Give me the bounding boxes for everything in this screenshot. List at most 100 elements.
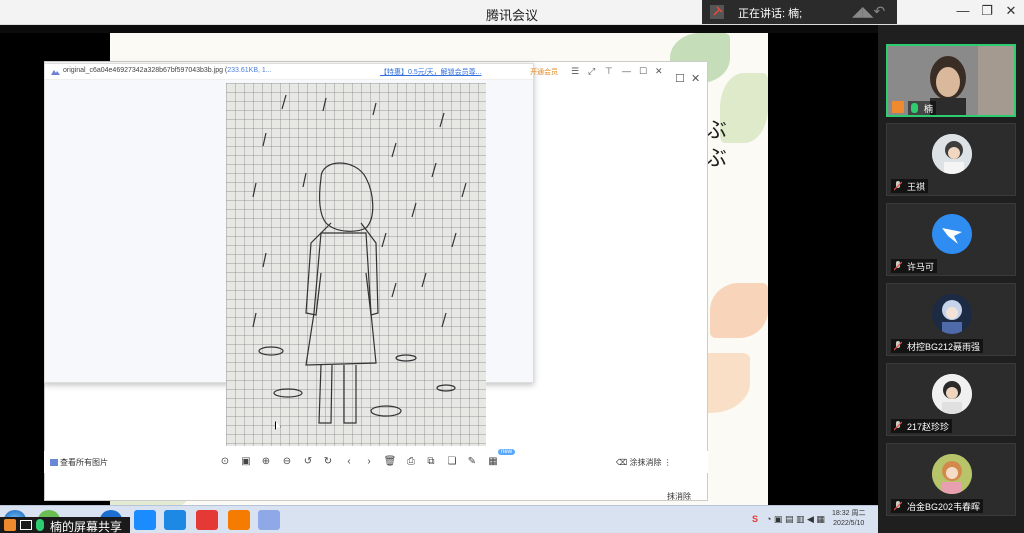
speaker-avatar-icon <box>710 5 724 19</box>
clock-date: 2022/5/10 <box>833 520 865 527</box>
filesize-text: 233.61KB, 1... <box>227 67 272 74</box>
image-filename: original_c6a04e46927342a328b67bf597043b3… <box>63 67 272 74</box>
pin-icon[interactable]: ⊤ <box>605 66 613 77</box>
close-icon[interactable]: ✕ <box>655 66 663 77</box>
avatar <box>932 374 972 414</box>
participant-tile[interactable]: 王祺 <box>886 123 1016 196</box>
color-icon[interactable]: ▦ <box>486 455 500 469</box>
participant-tile[interactable]: 冶金BG202韦春晖 <box>886 443 1016 516</box>
menu-icon[interactable]: ☰ <box>571 66 579 77</box>
print-icon[interactable]: ⎙ <box>404 455 418 469</box>
erase-label: 涂抹消除 <box>629 458 662 467</box>
ocr-icon[interactable]: ⧉ <box>424 455 438 469</box>
restore-icon[interactable]: ☐ <box>639 66 647 77</box>
zoom-out-icon[interactable]: ⊖ <box>280 455 294 469</box>
zoom-in-icon[interactable]: ⊕ <box>259 455 273 469</box>
mic-muted-icon <box>894 421 902 431</box>
participant-name: 王祺 <box>891 179 929 193</box>
erase-button-back[interactable]: 抹消除 <box>667 491 691 502</box>
tencent-meeting-icon[interactable] <box>164 510 186 530</box>
promo-link[interactable]: 【特惠】0.5元/天，解锁会员尊... <box>380 67 482 77</box>
fullscreen-icon[interactable]: ⤢ <box>588 66 595 77</box>
shared-taskbar: S ◔ ▣ ▤ ▥ ◀ ▦ 18:32 周二 2022/5/10 <box>0 505 878 533</box>
title-bar: 腾讯会议 正在讲话: 楠; ◢◣↶ — ❐ ✕ <box>0 0 1024 25</box>
avatar <box>932 214 972 254</box>
participant-name-text: 许马可 <box>907 262 935 272</box>
close-icon[interactable]: ✕ <box>691 72 700 85</box>
participant-name-text: 217赵珍珍 <box>907 422 950 432</box>
erase-button[interactable]: ⌫ 涂抹消除 ⋮ <box>616 457 672 468</box>
image-viewer-icon[interactable] <box>258 510 280 530</box>
participant-video <box>888 46 1014 115</box>
wps-icon[interactable] <box>196 510 218 530</box>
fit-icon[interactable]: ▣ <box>239 455 253 469</box>
player-icon[interactable] <box>228 510 250 530</box>
window-minimize-icon[interactable]: — <box>622 66 631 76</box>
avatar-image <box>932 294 972 334</box>
participant-name: 冶金BG202韦春晖 <box>891 499 984 513</box>
view-all-label: 查看所有图片 <box>60 458 108 467</box>
tray-icons[interactable]: ◔ ▣ ▤ ▥ ◀ ▦ <box>766 514 825 525</box>
viewer-logo-icon <box>51 70 60 75</box>
screen-icon <box>20 520 32 530</box>
dingtalk-avatar-icon <box>932 214 972 254</box>
audio-wave-icon: ◢◣↶ <box>852 3 886 19</box>
girl-in-rain-sketch <box>252 94 467 424</box>
original-size-icon[interactable]: ⊙ <box>218 455 232 469</box>
window-minimize-icon[interactable]: — <box>953 3 973 18</box>
participant-tile[interactable]: 许马可 <box>886 203 1016 276</box>
flower-decoration <box>710 283 768 338</box>
avatar <box>932 294 972 334</box>
participant-name-text: 冶金BG202韦春晖 <box>907 502 981 512</box>
clock-time: 18:32 周二 <box>832 510 866 517</box>
participant-name-text: 楠 <box>924 104 934 114</box>
mic-muted-icon <box>894 501 902 511</box>
user-avatar-icon <box>4 519 16 531</box>
restore-icon[interactable]: ☐ <box>675 72 685 85</box>
mic-icon <box>911 103 918 113</box>
mic-muted-icon <box>894 261 902 271</box>
avatar-image <box>932 134 972 174</box>
next-icon[interactable]: › <box>362 455 376 469</box>
shared-screen: ぶ ぶ ☐ ✕ 抹消除 original_c6a04e46927342a328b… <box>0 33 878 513</box>
copy-icon[interactable]: ❏ <box>445 455 459 469</box>
viewer-toolbar: 查看所有图片 ⊙ ▣ ⊕ ⊖ ↺ ↻ ‹ › 🗑 ⎙ ⧉ ❏ ✎ ▦ new ⌫… <box>44 449 708 473</box>
mic-muted-icon <box>894 341 902 351</box>
participant-name: 许马可 <box>891 259 938 273</box>
mic-muted-icon <box>894 181 902 191</box>
feishu-icon[interactable] <box>134 510 156 530</box>
rotate-right-icon[interactable]: ↻ <box>321 455 335 469</box>
participant-name: 217赵珍珍 <box>891 419 953 433</box>
system-clock: 18:32 周二 2022/5/10 <box>832 509 865 529</box>
participant-tile[interactable]: 材控BG212聂雨强 <box>886 283 1016 356</box>
participant-tile[interactable]: 217赵珍珍 <box>886 363 1016 436</box>
participant-name-text: 材控BG212聂雨强 <box>907 342 981 352</box>
avatar <box>932 134 972 174</box>
vip-button[interactable]: 开通会员 <box>530 67 558 77</box>
avatar-image <box>932 454 972 494</box>
sketch-photo <box>226 83 486 446</box>
speaking-indicator: 正在讲话: 楠; ◢◣↶ <box>702 0 897 24</box>
delete-icon[interactable]: 🗑 <box>383 455 397 469</box>
avatar <box>932 454 972 494</box>
speaking-text: 正在讲话: 楠; <box>738 8 803 20</box>
view-all-images-button[interactable]: 查看所有图片 <box>50 457 108 468</box>
user-avatar-icon <box>892 101 904 113</box>
avatar-image <box>932 374 972 414</box>
participant-name: 材控BG212聂雨强 <box>891 339 984 353</box>
edit-icon[interactable]: ✎ <box>465 455 479 469</box>
tencent-meeting-window: 腾讯会议 正在讲话: 楠; ◢◣↶ — ❐ ✕ ぶ ぶ ☐ ✕ 抹消除 orig… <box>0 0 1024 533</box>
filename-text: original_c6a04e46927342a328b67bf597043b3… <box>63 67 228 74</box>
mic-icon <box>36 519 44 531</box>
participant-panel: 楠 王祺 许马可 材控BG212聂雨强 217赵珍珍 冶金BG202韦春晖 <box>878 25 1024 533</box>
prev-icon[interactable]: ‹ <box>342 455 356 469</box>
screen-share-label[interactable]: 楠的屏幕共享 <box>0 517 130 533</box>
participant-tile[interactable]: 楠 <box>886 44 1016 117</box>
restore-icon[interactable]: ❐ <box>977 3 997 19</box>
rotate-left-icon[interactable]: ↺ <box>301 455 315 469</box>
close-icon[interactable]: ✕ <box>1001 3 1021 19</box>
ime-icon[interactable]: S <box>752 514 758 524</box>
participant-name: 楠 <box>908 101 937 115</box>
participant-name-text: 王祺 <box>907 182 926 192</box>
new-badge: new <box>498 449 516 455</box>
